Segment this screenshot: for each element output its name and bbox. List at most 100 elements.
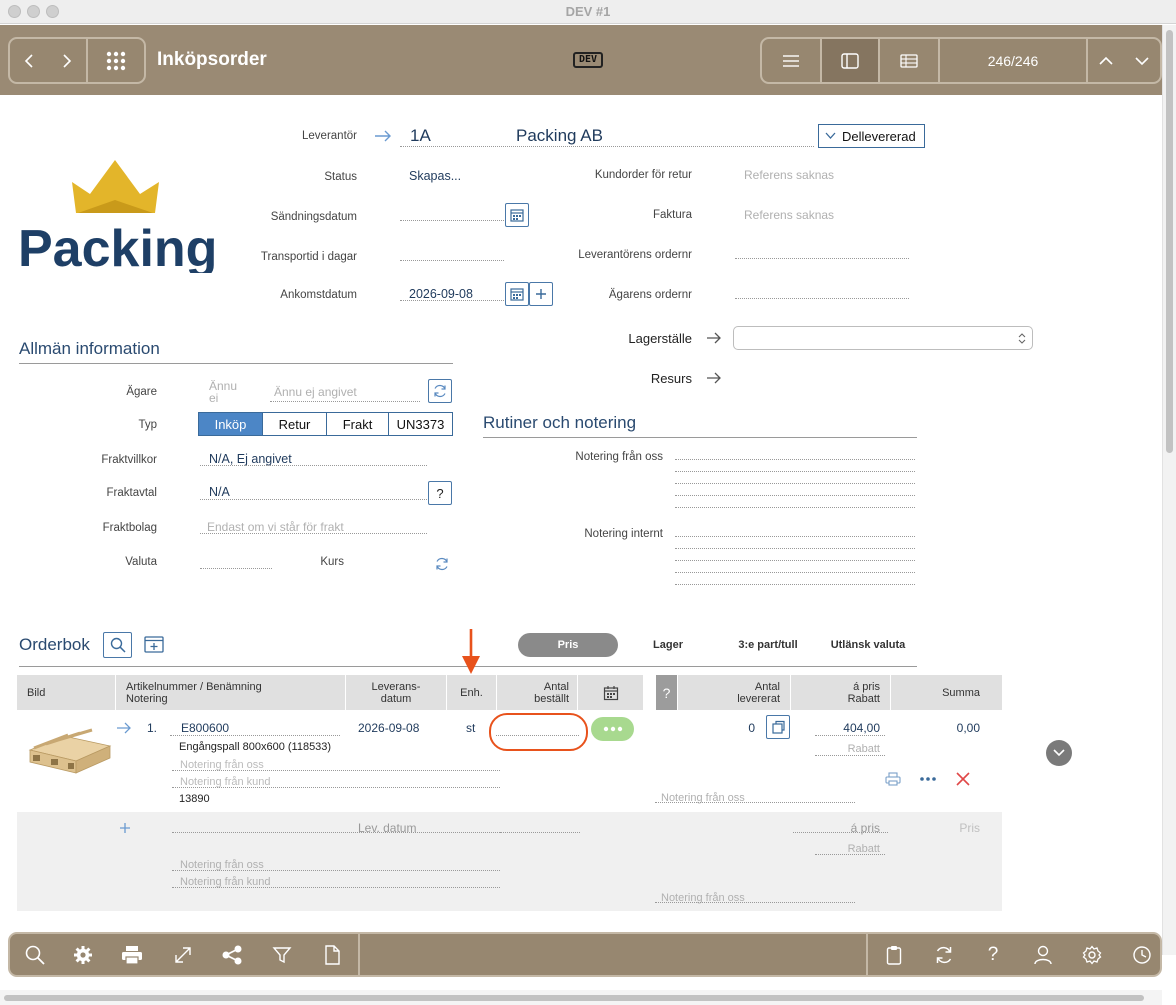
supplier-code[interactable]: 1A	[410, 126, 431, 146]
share-arrows-button[interactable]	[163, 934, 203, 975]
customer-order-placeholder[interactable]: Referens saknas	[744, 168, 834, 182]
list-view-button[interactable]	[762, 39, 820, 82]
arrow-right-icon[interactable]	[374, 129, 392, 143]
note-ours-line-3[interactable]	[675, 483, 915, 484]
refresh-icon[interactable]	[434, 557, 450, 571]
chevron-left-icon	[24, 53, 33, 68]
toolbar-divider	[358, 934, 360, 975]
row-delivery-date[interactable]: 2026-09-08	[358, 721, 419, 735]
row-more-options-button[interactable]	[591, 717, 634, 741]
currency-input[interactable]	[200, 568, 272, 569]
note-internal-line-1[interactable]	[675, 536, 915, 537]
print-button[interactable]	[112, 934, 152, 975]
row-expand-button[interactable]	[1046, 740, 1072, 766]
col-help[interactable]: ?	[656, 675, 678, 710]
arrival-date-calendar-button[interactable]	[505, 282, 529, 306]
note-internal-line-3[interactable]	[675, 560, 915, 561]
history-button[interactable]	[1122, 934, 1162, 975]
new-row-price-placeholder[interactable]: á pris	[820, 821, 880, 835]
user-icon	[1034, 945, 1052, 964]
tab-third-party[interactable]: 3:e part/tull	[728, 639, 808, 651]
vertical-scroll-thumb[interactable]	[1166, 30, 1173, 453]
owner-placeholder[interactable]: Ännu ej angivet	[274, 385, 357, 399]
supplier-order-input[interactable]	[735, 258, 909, 259]
delivery-status-value: Dellevererad	[842, 128, 916, 144]
previous-record-button[interactable]	[1086, 39, 1124, 82]
forward-button[interactable]	[48, 39, 86, 82]
app-header: Inköpsorder DEV 246/246	[0, 25, 1162, 95]
arrow-right-icon[interactable]	[706, 332, 722, 344]
user-button[interactable]	[1023, 934, 1063, 975]
delivery-status-dropdown[interactable]: Dellevererad	[818, 124, 925, 148]
delete-x-icon[interactable]	[955, 771, 971, 787]
owner-order-input[interactable]	[735, 298, 909, 299]
share-button[interactable]	[212, 934, 252, 975]
row-discount-placeholder[interactable]: Rabatt	[820, 743, 880, 755]
shipping-date-calendar-button[interactable]	[505, 203, 529, 227]
supplier-name[interactable]: Packing AB	[516, 126, 603, 146]
help-button[interactable]: ?	[973, 934, 1013, 975]
note-ours-line-5[interactable]	[675, 507, 915, 508]
new-row-date-placeholder[interactable]: Lev. datum	[358, 821, 416, 835]
table-view-button[interactable]	[878, 39, 938, 82]
freight-agreement-value[interactable]: N/A	[209, 485, 230, 499]
carrier-placeholder[interactable]: Endast om vi står för frakt	[207, 520, 344, 534]
row-article-number[interactable]: E800600	[181, 721, 229, 735]
add-window-icon[interactable]	[144, 636, 164, 653]
tab-foreign-currency[interactable]: Utlänsk valuta	[820, 639, 916, 651]
print-icon[interactable]	[885, 772, 901, 786]
type-segmented-control: Inköp Retur Frakt UN3373	[198, 412, 453, 436]
new-row-ordered-input[interactable]	[500, 832, 580, 833]
orderbook-search-button[interactable]	[103, 632, 132, 658]
new-row-article-input[interactable]	[172, 832, 500, 833]
tab-price[interactable]: Pris	[518, 633, 618, 657]
transport-days-input[interactable]	[400, 260, 504, 261]
note-internal-line-2[interactable]	[675, 548, 915, 549]
general-info-title: Allmän information	[19, 339, 160, 358]
freight-terms-value[interactable]: N/A, Ej angivet	[209, 452, 292, 466]
preferences-button[interactable]	[1072, 934, 1112, 975]
invoice-placeholder[interactable]: Referens saknas	[744, 208, 834, 222]
plus-icon[interactable]	[119, 822, 131, 834]
col-delivery-calendar[interactable]	[578, 675, 644, 710]
freight-agreement-help-button[interactable]: ?	[428, 481, 452, 505]
settings-button[interactable]	[63, 934, 103, 975]
row-description[interactable]: Engångspall 800x600 (118533)	[179, 741, 331, 753]
note-ours-line-2[interactable]	[675, 471, 915, 472]
note-internal-line-4[interactable]	[675, 572, 915, 573]
arrival-date-add-button[interactable]	[529, 282, 553, 306]
row-price[interactable]: 404,00	[820, 721, 880, 735]
new-row-discount-underline	[815, 854, 885, 855]
owner-refresh-button[interactable]	[428, 379, 452, 403]
owner-order-label: Ägarens ordernr	[608, 289, 692, 301]
clipboard-button[interactable]	[874, 934, 914, 975]
status-value[interactable]: Skapas...	[409, 169, 461, 183]
type-option-return[interactable]: Retur	[263, 413, 327, 435]
arrow-right-icon[interactable]	[116, 722, 132, 734]
chevron-down-icon	[825, 132, 836, 139]
document-button[interactable]	[312, 934, 352, 975]
search-button[interactable]	[15, 934, 55, 975]
tab-stock[interactable]: Lager	[640, 639, 696, 651]
warehouse-select[interactable]	[733, 326, 1033, 350]
form-view-button[interactable]	[820, 39, 878, 82]
type-option-un3373[interactable]: UN3373	[389, 413, 452, 435]
sync-button[interactable]	[924, 934, 964, 975]
horizontal-scroll-thumb[interactable]	[4, 995, 1144, 1001]
type-option-freight[interactable]: Frakt	[327, 413, 389, 435]
next-record-button[interactable]	[1124, 39, 1160, 82]
back-button[interactable]	[10, 39, 48, 82]
arrival-date-value[interactable]: 2026-09-08	[409, 287, 473, 301]
row-delivered[interactable]: 0	[700, 721, 755, 735]
type-option-purchase[interactable]: Inköp	[199, 413, 263, 435]
note-internal-line-5[interactable]	[675, 584, 915, 585]
note-ours-line-4[interactable]	[675, 495, 915, 496]
ellipsis-icon[interactable]	[919, 776, 937, 782]
apps-grid-button[interactable]	[86, 39, 144, 82]
row-delivery-button[interactable]	[766, 715, 790, 739]
filter-button[interactable]	[262, 934, 302, 975]
view-toolbar: 246/246	[760, 37, 1162, 84]
note-ours-line-1[interactable]	[675, 459, 915, 460]
shipping-date-input[interactable]	[400, 220, 504, 221]
arrow-right-icon[interactable]	[706, 372, 722, 384]
